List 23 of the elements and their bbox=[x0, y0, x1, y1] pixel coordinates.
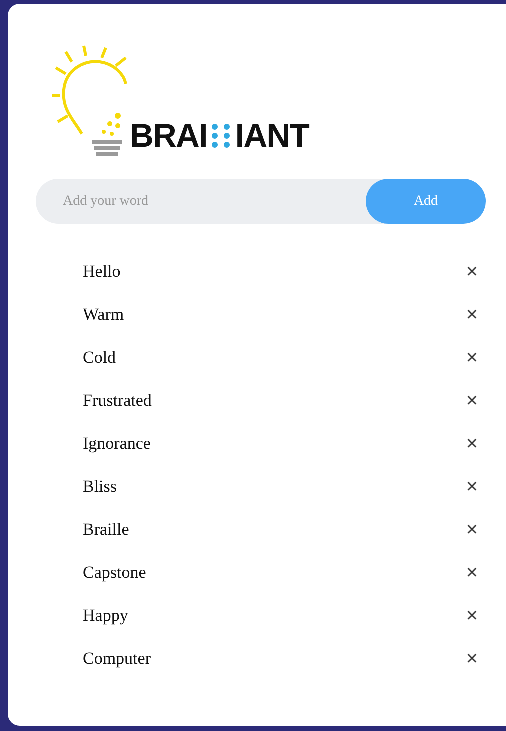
remove-button[interactable]: × bbox=[464, 390, 480, 410]
remove-button[interactable]: × bbox=[464, 304, 480, 324]
remove-button[interactable]: × bbox=[464, 648, 480, 668]
remove-button[interactable]: × bbox=[464, 476, 480, 496]
word-item: Ignorance bbox=[83, 432, 151, 455]
logo-text: IANT bbox=[235, 119, 310, 152]
remove-button[interactable]: × bbox=[464, 348, 480, 368]
word-item: Braille bbox=[83, 518, 130, 541]
remove-button[interactable]: × bbox=[464, 606, 480, 626]
remove-button[interactable]: × bbox=[464, 262, 480, 282]
word-item: Cold bbox=[83, 346, 116, 369]
word-item: Bliss bbox=[83, 476, 118, 498]
remove-button[interactable]: × bbox=[464, 520, 480, 540]
word-item: Happy bbox=[83, 604, 128, 627]
word-item: Warm bbox=[83, 304, 124, 326]
remove-button[interactable]: × bbox=[464, 562, 480, 582]
word-item: Capstone bbox=[83, 562, 146, 584]
braille-dots-icon bbox=[210, 122, 232, 148]
remove-button[interactable]: × bbox=[464, 434, 480, 454]
word-item: Frustrated bbox=[83, 390, 152, 412]
word-item: Hello bbox=[83, 260, 121, 283]
word-item: Computer bbox=[83, 648, 151, 670]
logo-text: BRAI bbox=[130, 119, 208, 152]
